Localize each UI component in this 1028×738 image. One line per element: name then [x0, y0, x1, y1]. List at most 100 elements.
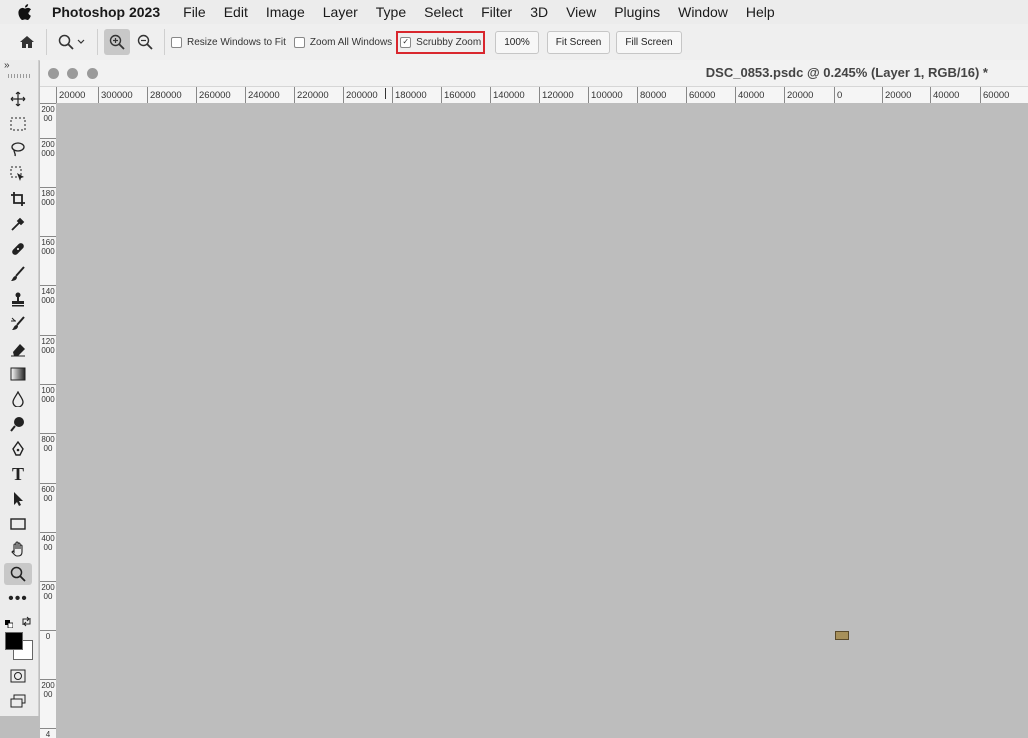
quick-mask-icon[interactable]: [4, 665, 32, 687]
resize-windows-checkbox[interactable]: Resize Windows to Fit: [171, 36, 286, 48]
ruler-label: 220000: [294, 87, 329, 103]
ruler-label: 40000: [40, 532, 56, 552]
zoom-all-windows-checkbox[interactable]: Zoom All Windows: [293, 36, 393, 48]
chevron-down-icon[interactable]: [77, 37, 85, 48]
ruler-label: 20000: [40, 581, 56, 601]
type-tool-icon[interactable]: T: [4, 463, 32, 485]
clone-stamp-tool-icon[interactable]: [4, 288, 32, 310]
menu-plugins[interactable]: Plugins: [614, 4, 660, 20]
ruler-label: 300000: [98, 87, 133, 103]
ruler-label: 200000: [40, 138, 56, 158]
ruler-label: 4: [40, 728, 56, 738]
ruler-cursor-marker: [385, 88, 386, 99]
document-title-bar: DSC_0853.psdc @ 0.245% (Layer 1, RGB/16)…: [40, 60, 1028, 87]
divider: [46, 29, 47, 55]
screen-mode-icon[interactable]: [4, 690, 32, 712]
ruler-label: 20000: [40, 103, 56, 123]
resize-windows-label: Resize Windows to Fit: [187, 36, 286, 48]
menu-window[interactable]: Window: [678, 4, 728, 20]
menu-edit[interactable]: Edit: [224, 4, 248, 20]
minimize-window-button[interactable]: [67, 68, 78, 79]
move-tool-icon[interactable]: [4, 88, 32, 110]
checkbox-box-checked[interactable]: ✓: [400, 36, 412, 48]
eyedropper-tool-icon[interactable]: [4, 213, 32, 235]
gradient-tool-icon[interactable]: [4, 363, 32, 385]
menu-type[interactable]: Type: [376, 4, 406, 20]
zoom-tool-preset-icon[interactable]: [53, 29, 79, 55]
menu-view[interactable]: View: [566, 4, 596, 20]
zoom-all-windows-label: Zoom All Windows: [309, 36, 393, 48]
swap-colors-icon[interactable]: [21, 614, 32, 632]
fit-screen-button[interactable]: Fit Screen: [546, 30, 611, 54]
zoom-window-button[interactable]: [87, 68, 98, 79]
app-name[interactable]: Photoshop 2023: [52, 4, 160, 20]
ruler-label: 180000: [392, 87, 427, 103]
menu-select[interactable]: Select: [424, 4, 463, 20]
ruler-label: 60000: [686, 87, 715, 103]
apple-icon[interactable]: [18, 4, 40, 20]
zoom-out-icon[interactable]: [132, 29, 158, 55]
menu-layer[interactable]: Layer: [323, 4, 358, 20]
ruler-label: 140000: [490, 87, 525, 103]
ruler-label: 60000: [40, 483, 56, 503]
image-thumbnail[interactable]: [835, 631, 849, 640]
more-tools-icon[interactable]: •••: [4, 588, 32, 610]
close-window-button[interactable]: [48, 68, 59, 79]
path-select-tool-icon[interactable]: [4, 488, 32, 510]
ruler-label: 140000: [40, 285, 56, 305]
ruler-label: 20000: [784, 87, 813, 103]
ruler-label: 240000: [245, 87, 280, 103]
checkbox-box[interactable]: [171, 36, 182, 48]
blur-tool-icon[interactable]: [4, 388, 32, 410]
ruler-label: 280000: [147, 87, 182, 103]
brush-tool-icon[interactable]: [4, 263, 32, 285]
menu-image[interactable]: Image: [266, 4, 305, 20]
divider: [164, 29, 165, 55]
object-select-tool-icon[interactable]: [4, 163, 32, 185]
tools-panel: » T •••: [0, 60, 39, 716]
panel-grip[interactable]: [8, 74, 30, 78]
ruler-label: 120000: [539, 87, 574, 103]
zoom-in-icon[interactable]: [104, 29, 130, 55]
menu-help[interactable]: Help: [746, 4, 775, 20]
ruler-label: 0: [834, 87, 842, 103]
hand-tool-icon[interactable]: [4, 538, 32, 560]
zoom-100-button[interactable]: 100%: [495, 30, 539, 54]
fill-screen-button[interactable]: Fill Screen: [616, 30, 682, 54]
rectangle-tool-icon[interactable]: [4, 513, 32, 535]
foreground-color-swatch[interactable]: [5, 632, 23, 650]
scrubby-zoom-label: Scrubby Zoom: [416, 36, 482, 48]
home-icon[interactable]: [14, 29, 40, 55]
checkbox-box[interactable]: [293, 36, 305, 48]
pen-tool-icon[interactable]: [4, 438, 32, 460]
ruler-label: 0: [40, 630, 56, 641]
menu-3d[interactable]: 3D: [530, 4, 548, 20]
menu-bar: Photoshop 2023 File Edit Image Layer Typ…: [0, 0, 1028, 24]
options-bar: Resize Windows to Fit Zoom All Windows ✓…: [0, 24, 1028, 61]
document-canvas[interactable]: [56, 104, 1028, 738]
ruler-label: 200000: [343, 87, 378, 103]
zoom-tool-icon[interactable]: [4, 563, 32, 585]
ruler-label: 100000: [588, 87, 623, 103]
ruler-label: 40000: [735, 87, 764, 103]
healing-brush-tool-icon[interactable]: [4, 238, 32, 260]
menu-file[interactable]: File: [183, 4, 206, 20]
vertical-ruler[interactable]: 20000 200000 180000 160000 140000 120000…: [40, 103, 57, 738]
ruler-label: 180000: [40, 187, 56, 207]
ruler-label: 120000: [40, 335, 56, 355]
eraser-tool-icon[interactable]: [4, 338, 32, 360]
crop-tool-icon[interactable]: [4, 188, 32, 210]
scrubby-zoom-checkbox[interactable]: ✓ Scrubby Zoom: [396, 30, 486, 54]
menu-filter[interactable]: Filter: [481, 4, 512, 20]
ruler-label: 260000: [196, 87, 231, 103]
collapse-panel-icon[interactable]: »: [4, 60, 10, 71]
marquee-tool-icon[interactable]: [4, 113, 32, 135]
history-brush-tool-icon[interactable]: [4, 313, 32, 335]
default-colors-icon[interactable]: [5, 615, 14, 629]
ruler-label: 20000: [40, 679, 56, 699]
dodge-tool-icon[interactable]: [4, 413, 32, 435]
ruler-label: 160000: [40, 236, 56, 256]
lasso-tool-icon[interactable]: [4, 138, 32, 160]
horizontal-ruler[interactable]: 20000 300000 280000 260000 240000 220000…: [56, 87, 1028, 104]
ruler-origin[interactable]: [40, 87, 57, 104]
